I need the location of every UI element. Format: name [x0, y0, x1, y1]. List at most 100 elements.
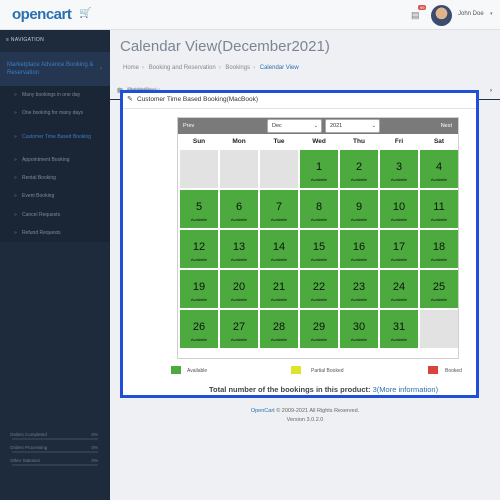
day-number: 20 — [232, 281, 246, 293]
day-number: 4 — [435, 161, 443, 173]
day-status: Available — [430, 217, 448, 222]
chevron-right-icon: » — [14, 92, 17, 99]
avatar[interactable] — [431, 5, 452, 26]
legend-partial-swatch — [291, 366, 301, 374]
day-number: 24 — [392, 281, 406, 293]
chevron-right-icon: » — [14, 211, 17, 218]
day-number: 15 — [312, 241, 326, 253]
calendar-day[interactable]: 26 Available — [180, 310, 218, 348]
calendar-day[interactable]: 14 Available — [260, 230, 298, 268]
calendar-day[interactable]: 20 Available — [220, 270, 258, 308]
calendar-day[interactable]: 22 Available — [300, 270, 338, 308]
breadcrumb-home[interactable]: Home — [123, 65, 139, 71]
calendar-day[interactable]: 2 Available — [340, 150, 378, 188]
day-status: Available — [190, 297, 208, 302]
day-status: Available — [390, 217, 408, 222]
calendar-day[interactable]: 30 Available — [340, 310, 378, 348]
next-month-button[interactable]: Next — [441, 123, 452, 129]
calendar-day[interactable]: 1 Available — [300, 150, 338, 188]
day-number: 21 — [272, 281, 286, 293]
calendar-day[interactable]: 28 Available — [260, 310, 298, 348]
calendar-day[interactable]: 3 Available — [380, 150, 418, 188]
day-number: 28 — [272, 321, 286, 333]
calendar-day[interactable]: 31 Available — [380, 310, 418, 348]
prev-month-button[interactable]: Prev — [183, 123, 194, 129]
legend-partial: Partial Booked — [311, 368, 344, 374]
calendar-day[interactable]: 5 Available — [180, 190, 218, 228]
day-status: Available — [230, 337, 248, 342]
calendar-day[interactable]: 19 Available — [180, 270, 218, 308]
calendar-day[interactable]: 21 Available — [260, 270, 298, 308]
calendar-day[interactable]: 12 Available — [180, 230, 218, 268]
legend-booked: Booked — [445, 368, 462, 374]
day-number: 16 — [352, 241, 366, 253]
sidebar-subitem-one-booking[interactable]: » One booking for many days — [0, 104, 110, 123]
more-information-link[interactable]: (More information) — [377, 385, 438, 394]
weekday-header: Wed — [312, 138, 326, 145]
day-status: Available — [310, 297, 328, 302]
day-status: Available — [270, 337, 288, 342]
calendar-day[interactable]: 24 Available — [380, 270, 418, 308]
sidebar-subitem-cancel-requests[interactable]: » Cancel Requests — [0, 205, 110, 224]
sidebar-subitem-customer-time-based[interactable]: » Customer Time Based Booking — [0, 122, 110, 151]
sidebar-subitem-event[interactable]: » Event Booking — [0, 187, 110, 206]
calendar-day[interactable]: 17 Available — [380, 230, 418, 268]
calendar-day[interactable]: 7 Available — [260, 190, 298, 228]
chevron-down-icon[interactable]: ▾ — [490, 11, 493, 17]
calendar-day[interactable]: 10 Available — [380, 190, 418, 228]
day-status: Available — [270, 217, 288, 222]
weekday-header: Tue — [273, 138, 285, 145]
panel-heading: ✎ Customer Time Based Booking(MacBook) — [123, 93, 476, 109]
day-number: 19 — [192, 281, 206, 293]
footer-opencart-link[interactable]: OpenCart — [251, 408, 275, 414]
breadcrumb-bookings[interactable]: Bookings — [225, 65, 250, 71]
calendar-empty-cell — [260, 150, 298, 188]
day-number: 25 — [432, 281, 446, 293]
calendar-day[interactable]: 23 Available — [340, 270, 378, 308]
chevron-right-icon: » — [14, 175, 17, 182]
chevron-down-icon: ⌄ — [313, 123, 318, 129]
calendar-day[interactable]: 25 Available — [420, 270, 458, 308]
day-status: Available — [350, 177, 368, 182]
calendar-day[interactable]: 6 Available — [220, 190, 258, 228]
day-number: 14 — [272, 241, 286, 253]
calendar-day[interactable]: 13 Available — [220, 230, 258, 268]
pencil-icon: ✎ — [127, 96, 133, 103]
month-select[interactable]: Dec ⌄ — [267, 119, 322, 133]
legend-available: Available — [187, 368, 208, 374]
calendar-day[interactable]: 4 Available — [420, 150, 458, 188]
calendar-day[interactable]: 18 Available — [420, 230, 458, 268]
calendar-day[interactable]: 27 Available — [220, 310, 258, 348]
bell-icon[interactable]: ▤ — [411, 10, 420, 21]
calendar-panel: ✎ Customer Time Based Booking(MacBook) P… — [120, 90, 479, 398]
day-status: Available — [230, 297, 248, 302]
nav-list: ◧Dashboard ✚MarketPlace› Marketplace Adv… — [0, 52, 500, 243]
chevron-right-icon: » — [14, 193, 17, 200]
sidebar-subitem-rental[interactable]: » Rental Booking — [0, 168, 110, 188]
calendar-day[interactable]: 11 Available — [420, 190, 458, 228]
sidebar-subitem-refund-requests[interactable]: » Refund Requests — [0, 223, 110, 243]
day-status: Available — [190, 337, 208, 342]
breadcrumb: Home › Booking and Reservation › Bookings ›… — [123, 65, 299, 71]
calendar-day[interactable]: 15 Available — [300, 230, 338, 268]
breadcrumb-booking[interactable]: Booking and Reservation — [149, 65, 216, 71]
day-status: Available — [310, 337, 328, 342]
sidebar-subitem-appointment[interactable]: » Appointment Booking — [0, 150, 110, 169]
chevron-down-icon: › — [100, 66, 102, 72]
calendar-day[interactable]: 9 Available — [340, 190, 378, 228]
day-number: 29 — [312, 321, 326, 333]
sidebar-item-advance-booking[interactable]: Marketplace Advance Booking & Reservatio… — [0, 52, 110, 86]
day-number: 12 — [192, 241, 206, 253]
breadcrumb-calendar-view[interactable]: Calendar View — [260, 65, 299, 71]
day-status: Available — [350, 337, 368, 342]
sidebar-subitem-many-bookings[interactable]: » Many bookings in one day — [0, 86, 110, 105]
year-select[interactable]: 2021 ⌄ — [325, 119, 380, 133]
username[interactable]: John Doe — [458, 11, 484, 17]
calendar-day[interactable]: 16 Available — [340, 230, 378, 268]
calendar-day[interactable]: 8 Available — [300, 190, 338, 228]
booking-total: Total number of the bookings in this pro… — [209, 385, 439, 394]
calendar-day[interactable]: 29 Available — [300, 310, 338, 348]
opencart-logo[interactable]: opencart — [12, 6, 72, 23]
day-status: Available — [310, 217, 328, 222]
day-status: Available — [270, 257, 288, 262]
